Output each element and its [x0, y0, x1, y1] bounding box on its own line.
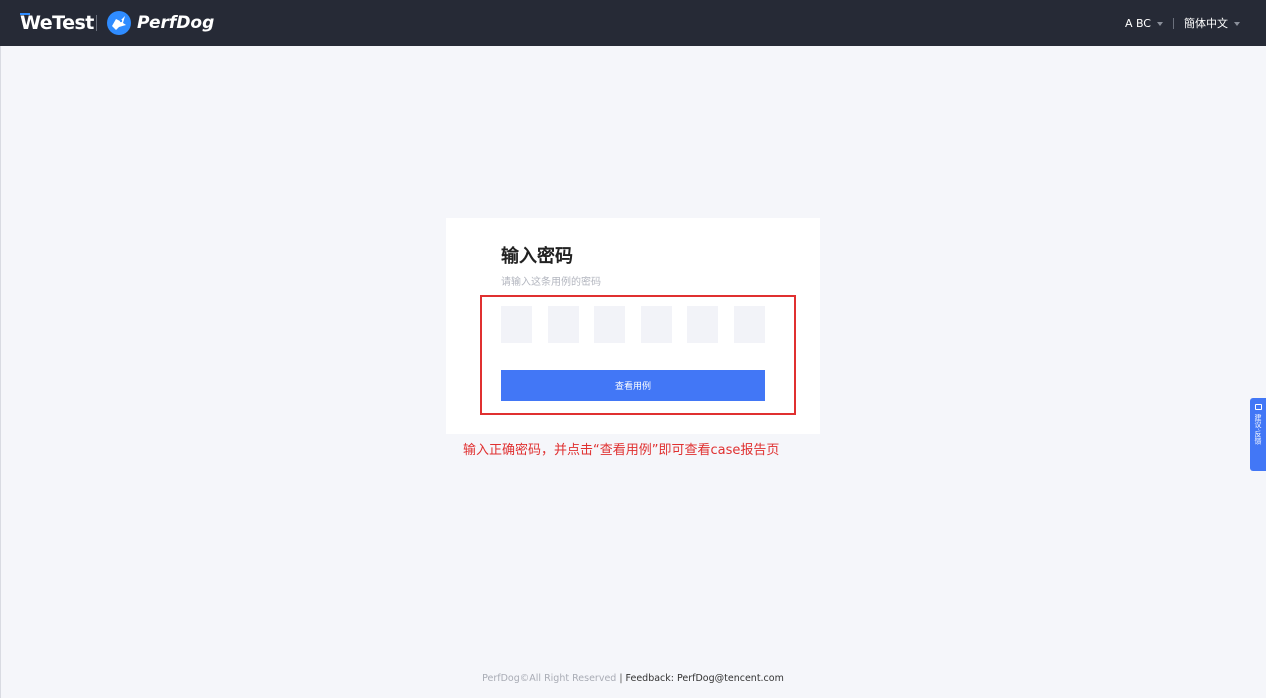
feedback-side-tab[interactable]: 建议·反馈 [1250, 398, 1266, 471]
chevron-down-icon [1157, 21, 1163, 26]
wetest-logo-text: WeTest [20, 12, 94, 34]
chevron-down-icon [1234, 21, 1240, 26]
footer: PerfDog©All Right Reserved | Feedback: Per… [0, 673, 1266, 685]
logo-divider [96, 15, 97, 31]
user-menu[interactable]: A BC [1125, 17, 1163, 30]
wetest-logo-accent [20, 13, 30, 15]
footer-feedback-link[interactable]: Feedback: PerfDog@tencent.com [626, 673, 784, 684]
language-selector[interactable]: 簡体中文 [1184, 15, 1240, 31]
annotation-highlight-box [480, 295, 796, 415]
page-edge-line [0, 46, 1, 698]
perfdog-logo-icon [107, 11, 131, 35]
top-navigation-bar: WeTest PerfDog A BC 簡体中文 [0, 0, 1266, 46]
perfdog-logo-text[interactable]: PerfDog [137, 13, 214, 33]
user-name: A BC [1124, 16, 1151, 30]
header-right-menu: A BC 簡体中文 [1125, 0, 1240, 46]
page-subtitle: 请输入这条用例的密码 [501, 277, 601, 288]
message-icon [1254, 404, 1262, 410]
footer-separator: | [619, 673, 623, 684]
page-title: 输入密码 [501, 246, 573, 267]
feedback-side-tab-label: 建议·反馈 [1254, 414, 1262, 445]
footer-copyright: PerfDog©All Right Reserved [482, 673, 617, 684]
annotation-text: 输入正确密码，并点击“查看用例”即可查看case报告页 [463, 443, 780, 458]
header-divider [1173, 17, 1174, 29]
language-label: 簡体中文 [1184, 17, 1228, 30]
wetest-logo[interactable]: WeTest [20, 12, 94, 34]
